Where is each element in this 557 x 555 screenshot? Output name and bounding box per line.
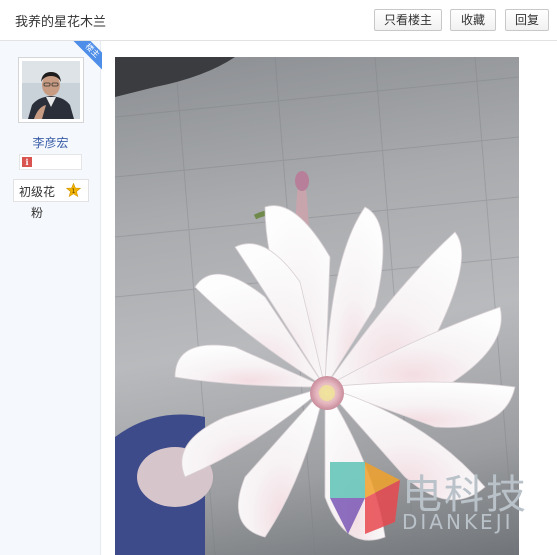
- thread-title: 我养的星花木兰: [15, 15, 107, 30]
- watermark-logo-icon: [330, 462, 400, 534]
- level-number: 1: [72, 188, 76, 195]
- level-name: 初级花: [19, 185, 56, 199]
- thread-header: 我养的星花木兰 只看楼主 收藏 回复: [0, 0, 557, 41]
- op-ribbon: 楼主: [62, 41, 102, 71]
- level-badge-box[interactable]: 初级花 1: [13, 179, 89, 202]
- favorite-button[interactable]: 收藏: [450, 9, 496, 31]
- fan-label: 粉: [30, 206, 43, 220]
- op-badge-label: 楼主: [66, 41, 102, 71]
- username-link[interactable]: 李彦宏: [0, 134, 101, 151]
- watermark-text-en: DIANKEJI: [402, 510, 514, 534]
- reply-button[interactable]: 回复: [505, 9, 549, 31]
- level-star-icon: 1: [66, 183, 81, 198]
- user-info-box[interactable]: i: [19, 154, 82, 170]
- author-sidebar: 楼主 李彦宏 i 初级花 1 粉: [0, 41, 102, 555]
- info-icon: i: [22, 157, 32, 167]
- only-op-button[interactable]: 只看楼主: [374, 9, 442, 31]
- watermark: 电科技 DIANKEJI: [330, 462, 550, 537]
